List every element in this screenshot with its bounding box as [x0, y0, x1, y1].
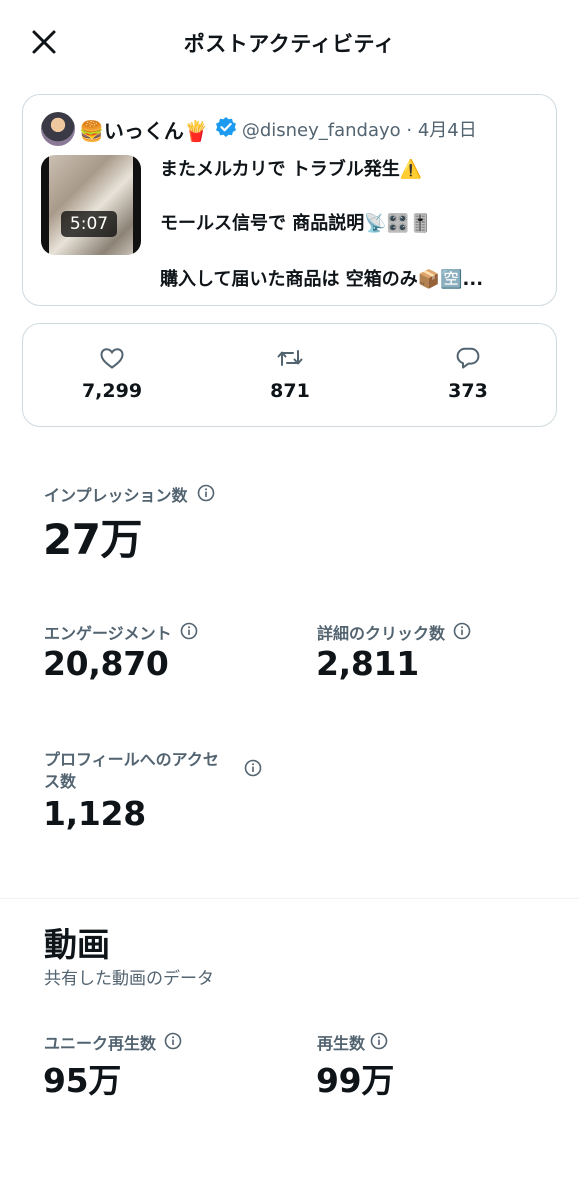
- profile-visits-label-line-1: プロフィールへのアクセ: [44, 750, 219, 769]
- info-icon[interactable]: [370, 1032, 388, 1050]
- video-section-subtitle: 共有した動画のデータ: [44, 969, 214, 989]
- page-title: ポストアクティビティ: [183, 32, 396, 56]
- info-icon[interactable]: [180, 622, 198, 640]
- reply-icon: [398, 346, 538, 370]
- engagement-stats-card: 7,299 871 373: [22, 323, 557, 427]
- views-label: 再生数: [317, 1034, 366, 1053]
- post-preview-card[interactable]: 🍔いっくん🍟 @disney_fandayo · 4月4日 5:07 またメルカ…: [22, 94, 557, 306]
- post-text-line-3: 購入して届いた商品は 空箱のみ📦🈳...: [160, 269, 484, 290]
- unique-views-label: ユニーク再生数: [44, 1034, 157, 1053]
- verified-badge-icon: [215, 116, 237, 142]
- info-icon[interactable]: [244, 759, 262, 777]
- section-divider: [0, 898, 579, 899]
- author-name: 🍔いっくん🍟: [79, 118, 209, 143]
- likes-count: 7,299: [81, 380, 143, 402]
- repost-icon: [220, 346, 360, 370]
- views-value: 99万: [316, 1061, 395, 1100]
- author-row: 🍔いっくん🍟 @disney_fandayo · 4月4日: [41, 112, 477, 146]
- heart-icon: [42, 346, 182, 370]
- post-text-line-1: またメルカリで トラブル発生⚠️: [160, 159, 423, 180]
- info-icon[interactable]: [164, 1032, 182, 1050]
- engagements-value: 20,870: [43, 644, 169, 683]
- detail-clicks-value: 2,811: [316, 644, 419, 683]
- detail-clicks-label: 詳細のクリック数: [317, 624, 446, 643]
- unique-views-value: 95万: [43, 1061, 122, 1100]
- video-thumbnail[interactable]: 5:07: [41, 155, 141, 255]
- info-icon[interactable]: [197, 484, 215, 502]
- replies-count: 373: [448, 380, 488, 402]
- post-text-line-2: モールス信号で 商品説明📡🎛️🎚️: [160, 213, 432, 234]
- likes-stat[interactable]: 7,299: [42, 346, 182, 402]
- impressions-label: インプレッション数: [44, 486, 188, 505]
- thumbnail-frame: [41, 155, 141, 255]
- profile-visits-value: 1,128: [43, 794, 146, 833]
- handle-and-date: @disney_fandayo · 4月4日: [241, 120, 477, 141]
- impressions-value: 27万: [43, 515, 142, 564]
- avatar[interactable]: [41, 112, 75, 146]
- replies-stat[interactable]: 373: [398, 346, 538, 402]
- video-section-title: 動画: [44, 925, 110, 964]
- reposts-count: 871: [270, 380, 310, 402]
- info-icon[interactable]: [453, 622, 471, 640]
- reposts-stat[interactable]: 871: [220, 346, 360, 402]
- profile-visits-label-line-2: ス数: [44, 772, 77, 791]
- video-duration: 5:07: [61, 211, 117, 237]
- engagements-label: エンゲージメント: [44, 624, 172, 643]
- header: ポストアクティビティ: [0, 0, 579, 86]
